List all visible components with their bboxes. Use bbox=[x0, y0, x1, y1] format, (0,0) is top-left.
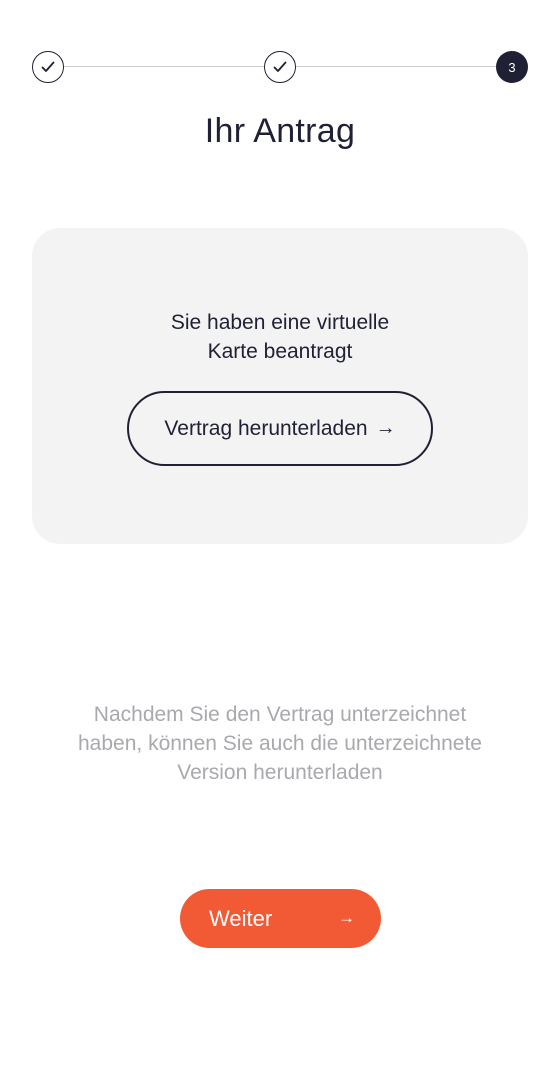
check-icon bbox=[273, 61, 287, 72]
page-title: Ihr Antrag bbox=[204, 112, 356, 150]
download-contract-label: Vertrag herunterladen bbox=[164, 416, 368, 440]
application-card: Sie haben eine virtuelle Karte beantragt… bbox=[32, 228, 528, 544]
progress-stepper: 3 bbox=[32, 51, 528, 83]
info-text-line: Nachdem Sie den Vertrag unterzeichnet bbox=[93, 703, 467, 726]
step-2-completed bbox=[264, 51, 296, 83]
card-message-line: Sie haben eine virtuelle bbox=[170, 311, 390, 334]
stepper-connector bbox=[64, 66, 264, 67]
card-message-line: Karte beantragt bbox=[207, 340, 353, 363]
arrow-right-icon: → bbox=[375, 417, 396, 439]
step-3-current: 3 bbox=[496, 51, 528, 83]
check-icon bbox=[41, 61, 55, 72]
info-text-line: Version herunterladen bbox=[177, 761, 383, 784]
arrow-right-icon: → bbox=[338, 908, 355, 927]
download-contract-button[interactable]: Vertrag herunterladen → bbox=[127, 391, 433, 466]
stepper-connector bbox=[296, 66, 496, 67]
next-button[interactable]: Weiter → bbox=[180, 889, 381, 948]
card-message: Sie haben eine virtuelle Karte beantragt bbox=[32, 308, 528, 366]
info-text-line: haben, können Sie auch die unterzeichnet… bbox=[78, 732, 482, 755]
next-button-label: Weiter bbox=[209, 906, 273, 931]
step-1-completed bbox=[32, 51, 64, 83]
info-text: Nachdem Sie den Vertrag unterzeichnet ha… bbox=[40, 700, 520, 787]
